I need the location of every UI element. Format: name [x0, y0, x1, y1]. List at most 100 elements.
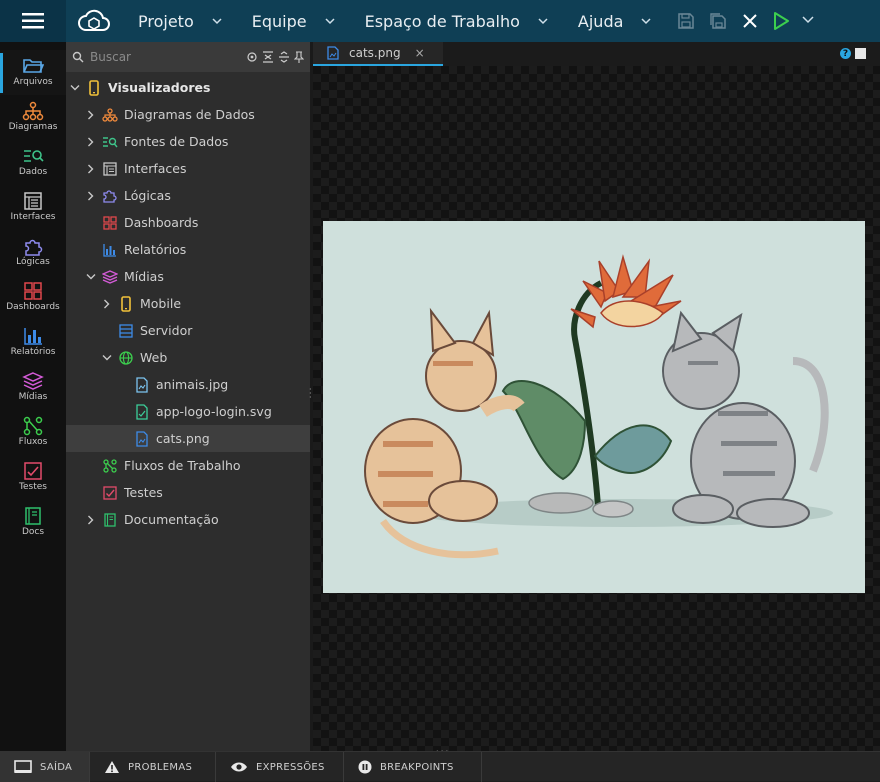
- menu-ajuda[interactable]: Ajuda: [566, 0, 670, 42]
- tree-caret[interactable]: [102, 299, 112, 309]
- tree-item-mobile[interactable]: Mobile: [66, 290, 310, 317]
- activity-item-testes[interactable]: Testes: [0, 455, 66, 500]
- activity-item-dashboards[interactable]: Dashboards: [0, 275, 66, 320]
- bottom-tab-label: PROBLEMAS: [128, 761, 193, 773]
- tree-item-app-logo-login-svg[interactable]: app-logo-login.svg: [66, 398, 310, 425]
- menu-espaco-de-trabalho[interactable]: Espaço de Trabalho: [353, 0, 566, 42]
- activity-label: Dashboards: [6, 302, 60, 312]
- puzzle-icon: [102, 188, 118, 204]
- cloud-cube-logo-icon: [78, 9, 110, 31]
- activity-item-docs[interactable]: Docs: [0, 500, 66, 545]
- pause-icon: [358, 760, 372, 774]
- tree-caret[interactable]: [86, 515, 96, 525]
- tree-item-label: Diagramas de Dados: [124, 107, 255, 122]
- file-explorer: Buscar Visualizadores Diagramas de Dados F…: [66, 42, 310, 751]
- bottom-tab-problemas[interactable]: PROBLEMAS: [90, 752, 216, 782]
- tree-caret[interactable]: [86, 164, 96, 174]
- chevron-down-icon[interactable]: [86, 273, 96, 281]
- tree-item-label: Fontes de Dados: [124, 134, 229, 149]
- tree-item-web[interactable]: Web: [66, 344, 310, 371]
- bottom-tab-breakpoints[interactable]: BREAKPOINTS: [344, 752, 482, 782]
- activity-item-fluxos[interactable]: Fluxos: [0, 410, 66, 455]
- splitter-grip-icon[interactable]: · · ·: [309, 386, 312, 402]
- tree-item-label: Visualizadores: [108, 80, 211, 95]
- tree-caret[interactable]: [102, 354, 112, 362]
- tree-item-servidor[interactable]: Servidor: [66, 317, 310, 344]
- hamburger-menu-button[interactable]: [0, 0, 66, 42]
- chevron-right-icon[interactable]: [87, 164, 95, 174]
- tree-caret[interactable]: [86, 137, 96, 147]
- menu-projeto[interactable]: Projeto: [116, 0, 240, 42]
- run-options-chevron-down-icon[interactable]: [802, 15, 814, 25]
- chevron-down-icon[interactable]: [102, 354, 112, 362]
- activity-item-logicas[interactable]: Lógicas: [0, 230, 66, 275]
- book-icon: [25, 507, 41, 525]
- tree-item-fluxos-de-trabalho[interactable]: Fluxos de Trabalho: [66, 452, 310, 479]
- chevron-down-icon: [538, 18, 548, 25]
- tree-item-label: Servidor: [140, 323, 193, 338]
- chevron-right-icon[interactable]: [103, 299, 111, 309]
- chevron-right-icon[interactable]: [87, 191, 95, 201]
- expand-all-icon[interactable]: [278, 51, 290, 63]
- editor-area: cats.png × ?: [313, 42, 880, 751]
- activity-label: Diagramas: [8, 122, 58, 132]
- chevron-down-icon[interactable]: [70, 84, 80, 92]
- save-icon[interactable]: [677, 12, 695, 30]
- tree-item-interfaces[interactable]: Interfaces: [66, 155, 310, 182]
- image-preview: [323, 221, 865, 593]
- flow-icon: [102, 458, 118, 474]
- pin-icon[interactable]: [294, 51, 304, 63]
- tree-item-logicas[interactable]: Lógicas: [66, 182, 310, 209]
- search-input[interactable]: Buscar: [90, 50, 131, 64]
- tree-item-testes[interactable]: Testes: [66, 479, 310, 506]
- tree-item-documentacao[interactable]: Documentação: [66, 506, 310, 533]
- top-bar: Projeto Equipe Espaço de Trabalho Ajuda: [0, 0, 880, 42]
- folder-icon: [23, 59, 44, 73]
- collapse-all-icon[interactable]: [262, 51, 274, 63]
- close-icon[interactable]: [741, 12, 759, 30]
- tree-item-fontes-de-dados[interactable]: Fontes de Dados: [66, 128, 310, 155]
- tree-item-visualizadores[interactable]: Visualizadores: [66, 74, 310, 101]
- close-tab-icon[interactable]: ×: [415, 46, 425, 60]
- test-icon: [24, 462, 42, 480]
- menu-label: Equipe: [251, 11, 307, 31]
- chevron-right-icon[interactable]: [87, 515, 95, 525]
- menu-equipe[interactable]: Equipe: [240, 0, 353, 42]
- tree-caret[interactable]: [86, 110, 96, 120]
- tree-caret[interactable]: [86, 273, 96, 281]
- activity-label: Fluxos: [18, 437, 48, 447]
- tree-item-dashboards[interactable]: Dashboards: [66, 209, 310, 236]
- activity-label: Relatórios: [10, 347, 56, 357]
- maximize-icon[interactable]: [855, 48, 866, 59]
- bottom-tab-saida[interactable]: SAÍDA: [0, 752, 90, 782]
- bottom-panel-tabs: SAÍDA PROBLEMAS EXPRESSÕES BREAKPOINTS: [0, 751, 880, 782]
- activity-item-arquivos[interactable]: Arquivos: [0, 50, 66, 95]
- editor-tabs: cats.png × ?: [313, 42, 880, 66]
- tree-item-diagramas-de-dados[interactable]: Diagramas de Dados: [66, 101, 310, 128]
- tree-caret[interactable]: [70, 84, 80, 92]
- tree-item-label: Relatórios: [124, 242, 187, 257]
- tab-cats-png[interactable]: cats.png ×: [313, 42, 443, 66]
- activity-item-diagramas[interactable]: Diagramas: [0, 95, 66, 140]
- tree-item-midias[interactable]: Mídias: [66, 263, 310, 290]
- activity-label: Testes: [19, 482, 47, 492]
- tree-item-cats-png[interactable]: cats.png: [66, 425, 310, 452]
- chevron-right-icon[interactable]: [87, 110, 95, 120]
- tree-item-animais-jpg[interactable]: animais.jpg: [66, 371, 310, 398]
- puzzle-icon: [25, 239, 43, 256]
- mobile-icon: [118, 295, 134, 312]
- chevron-right-icon[interactable]: [87, 137, 95, 147]
- tree-caret[interactable]: [86, 191, 96, 201]
- help-icon[interactable]: ?: [840, 48, 851, 59]
- locate-file-icon[interactable]: [246, 51, 258, 63]
- tree-item-relatorios[interactable]: Relatórios: [66, 236, 310, 263]
- chevron-down-icon: [212, 18, 222, 25]
- image-file-icon: [134, 376, 150, 393]
- activity-item-interfaces[interactable]: Interfaces: [0, 185, 66, 230]
- activity-item-dados[interactable]: Dados: [0, 140, 66, 185]
- save-all-icon[interactable]: [709, 12, 727, 30]
- activity-item-midias[interactable]: Mídias: [0, 365, 66, 410]
- run-icon[interactable]: [772, 11, 790, 31]
- bottom-tab-expressoes[interactable]: EXPRESSÕES: [216, 752, 344, 782]
- activity-item-relatorios[interactable]: Relatórios: [0, 320, 66, 365]
